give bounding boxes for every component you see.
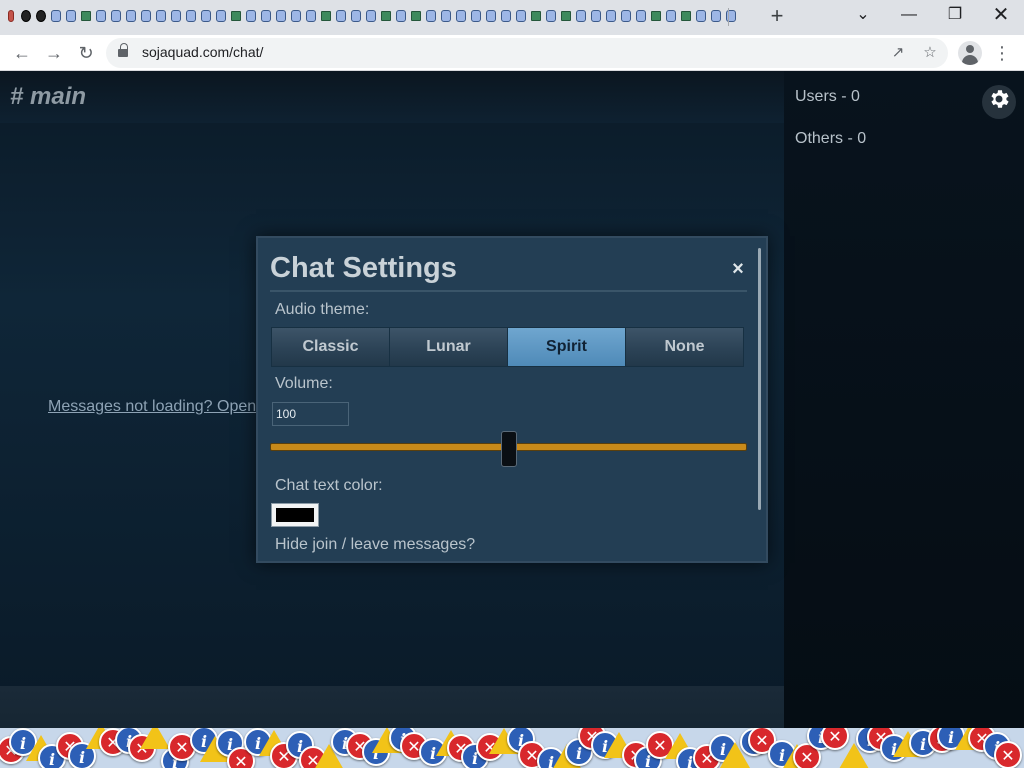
dialog-title: Chat Settings [270,252,457,284]
browser-tab-green-icon[interactable] [319,6,333,26]
new-tab-button[interactable]: + [764,4,790,30]
browser-tab-tab-icon[interactable] [109,6,123,26]
browser-tab-tab-icon[interactable] [499,6,513,26]
browser-tab-tab-icon[interactable] [154,6,168,26]
theme-option-spirit[interactable]: Spirit [508,328,626,366]
browser-tab-tab-icon[interactable] [199,6,213,26]
users-count: Users - 0 [795,88,860,105]
audio-theme-label: Audio theme: [275,301,370,318]
browser-tab-green-icon[interactable] [559,6,573,26]
volume-slider-thumb[interactable] [500,431,517,467]
browser-toolbar: ← → ↻ sojaquad.com/chat/ ↗ ☆ ⋮ [0,35,1024,71]
user-list-panel: Users - 0 Others - 0 [784,71,1024,728]
chat-text-color-label: Chat text color: [275,477,383,494]
browser-tab-green-icon[interactable] [79,6,93,26]
error-icon: ✕ [994,741,1022,768]
bookmark-star-icon[interactable]: ☆ [920,43,940,63]
url-text[interactable]: sojaquad.com/chat/ [142,44,263,60]
window-close-button[interactable]: ✕ [978,0,1024,32]
browser-tab-tab-icon[interactable] [589,6,603,26]
browser-tab-tab-icon[interactable] [514,6,528,26]
browser-tab-green-icon[interactable] [379,6,393,26]
browser-tab-green-icon[interactable] [229,6,243,26]
address-bar[interactable]: sojaquad.com/chat/ ↗ ☆ [106,38,948,68]
browser-tab-tab-icon[interactable] [544,6,558,26]
browser-tab-tab-icon[interactable] [619,6,633,26]
browser-tab-tab-icon[interactable] [394,6,408,26]
restore-button[interactable]: ❐ [932,0,978,32]
browser-tab-tab-icon[interactable] [439,6,453,26]
browser-tab-tab-icon[interactable] [454,6,468,26]
theme-option-classic[interactable]: Classic [272,328,390,366]
reload-icon[interactable]: ↻ [72,39,100,67]
browser-tab-tab-icon[interactable] [424,6,438,26]
back-arrow-icon[interactable]: ← [8,39,36,67]
tab-list [4,6,738,28]
theme-option-none[interactable]: None [626,328,743,366]
channel-title: # main [10,83,87,110]
channel-header: # main [0,71,784,123]
minimize-button[interactable]: — [886,0,932,32]
browser-tab-tab-icon[interactable] [169,6,183,26]
browser-tab-tab-icon[interactable] [274,6,288,26]
browser-tab-tab-icon[interactable] [634,6,648,26]
browser-tab-tab-icon[interactable] [124,6,138,26]
browser-tab-tab-icon[interactable] [304,6,318,26]
browser-tab-tab-icon[interactable] [64,6,78,26]
browser-tab-tab-icon[interactable] [349,6,363,26]
browser-tab-green-icon[interactable] [649,6,663,26]
tab-search-chevron-icon[interactable]: ⌄ [840,0,886,32]
browser-tab-tab-icon[interactable] [289,6,303,26]
forward-arrow-icon[interactable]: → [40,39,68,67]
browser-tab-dark-icon[interactable] [34,6,48,26]
browser-tab-tab-icon[interactable] [664,6,678,26]
browser-tab-green-icon[interactable] [529,6,543,26]
browser-tab-tab-icon[interactable] [244,6,258,26]
tab-strip: + ⌄ — ❐ ✕ [0,0,1024,35]
lock-icon[interactable] [118,43,128,59]
gear-icon [991,90,1009,108]
others-count: Others - 0 [795,130,867,147]
browser-tab-green-icon[interactable] [679,6,693,26]
chat-text-color-picker[interactable] [271,503,319,527]
dialog-close-button[interactable]: × [728,259,748,279]
browser-tab-torch-icon[interactable] [4,6,18,26]
browser-menu-icon[interactable]: ⋮ [992,39,1012,67]
share-icon[interactable]: ↗ [888,43,908,63]
warning-icon [140,728,170,749]
browser-tab-tab-icon[interactable] [574,6,588,26]
browser-tab-tab-icon[interactable] [94,6,108,26]
browser-tab-tab-icon[interactable] [364,6,378,26]
browser-tab-tab-icon[interactable] [184,6,198,26]
browser-tab-tab-icon[interactable] [139,6,153,26]
volume-label: Volume: [275,375,333,392]
profile-avatar-icon[interactable] [958,41,982,65]
volume-value-field[interactable]: 100 [272,402,349,426]
browser-tab-tab-icon[interactable] [694,6,708,26]
browser-tab-dark-icon[interactable] [19,6,33,26]
browser-tab-tab-icon[interactable] [484,6,498,26]
browser-tab-tab-icon[interactable] [724,6,738,26]
taskbar: ✕ii✕i✕i✕i✕ii✕i✕i✕i✕ii✕i✕i✕i✕ii✕i✕i✕i✕ii✕… [0,728,1024,768]
theme-option-lunar[interactable]: Lunar [390,328,508,366]
title-divider [270,290,747,292]
browser-tab-green-icon[interactable] [409,6,423,26]
hide-join-leave-label: Hide join / leave messages? [275,536,476,553]
settings-gear-icon[interactable] [982,85,1016,119]
dialog-scrollbar[interactable] [758,248,761,510]
message-input[interactable] [0,686,784,728]
tab-separator [728,8,729,26]
audio-theme-selector: Classic Lunar Spirit None [271,327,744,367]
browser-tab-tab-icon[interactable] [214,6,228,26]
browser-tab-tab-icon[interactable] [49,6,63,26]
browser-tab-tab-icon[interactable] [259,6,273,26]
browser-tab-tab-icon[interactable] [469,6,483,26]
browser-tab-tab-icon[interactable] [604,6,618,26]
chat-settings-dialog: Chat Settings × Audio theme: Classic Luna… [256,236,768,563]
color-swatch-fill [276,508,314,522]
browser-tab-tab-icon[interactable] [709,6,723,26]
browser-tab-tab-icon[interactable] [334,6,348,26]
